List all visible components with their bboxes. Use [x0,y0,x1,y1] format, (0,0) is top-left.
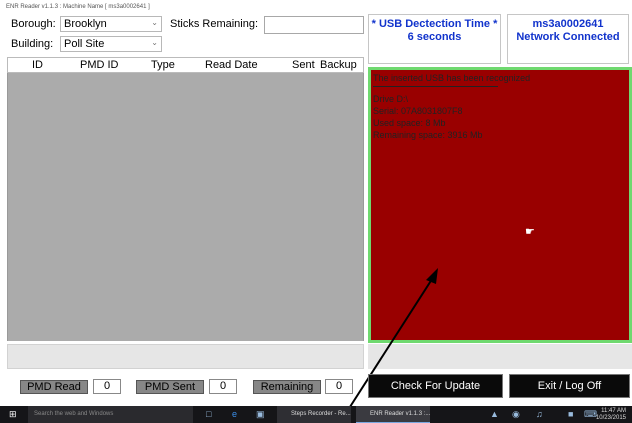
mouse-cursor-icon: ☛ [525,226,535,238]
borough-select[interactable]: Brooklyn ⌄ [60,16,162,32]
taskbar-date: 10/23/2015 [595,415,626,421]
building-select[interactable]: Poll Site ⌄ [60,36,162,52]
column-header-read-date[interactable]: Read Date [205,59,258,71]
chevron-down-icon: ⌄ [151,18,158,27]
edge-browser-icon[interactable]: e [232,406,237,423]
windows-start-icon[interactable]: ⊞ [9,406,17,423]
usb-drive: Drive D:\ [373,94,409,104]
divider [373,86,498,87]
network-status: Network Connected [516,31,620,43]
building-label: Building: [11,38,54,50]
status-strip [7,344,364,369]
notifications-tray-icon[interactable]: ▲ [490,406,499,423]
network-status-box: ms3a0002641 Network Connected [507,14,629,64]
pmd-table-body[interactable] [7,73,364,341]
pmd-sent-label: PMD Sent [136,380,204,394]
usb-detection-time: 6 seconds [407,31,462,43]
borough-value: Brooklyn [64,18,107,30]
usb-used-space: Used space: 8 Mb [373,118,446,128]
column-header-id[interactable]: ID [32,59,43,71]
machine-name: ms3a0002641 [532,18,604,30]
pmd-read-label: PMD Read [20,380,88,394]
task-view-icon[interactable]: □ [206,406,211,423]
usb-recognized-message: The inserted USB has been recognized [373,73,531,83]
check-for-update-button[interactable]: Check For Update [368,374,503,398]
pmd-read-value: 0 [93,379,121,394]
usb-detection-box: * USB Dectection Time * 6 seconds [368,14,501,64]
usb-remaining-space: Remaining space: 3916 Mb [373,130,483,140]
table-header: ID PMD ID Type Read Date Sent Backup [7,57,364,73]
column-header-sent[interactable]: Sent [292,59,315,71]
action-center-icon[interactable]: ■ [568,406,573,423]
usb-serial: Serial: 07A8031807F8 [373,106,463,116]
taskbar-app-enr-reader[interactable]: ENR Reader v1.1.3 :... [356,406,430,423]
sticks-remaining-label: Sticks Remaining: [170,18,259,30]
column-header-backup[interactable]: Backup [320,59,357,71]
building-value: Poll Site [64,38,105,50]
store-icon[interactable]: ▣ [256,406,265,423]
windows-taskbar: ⊞ Search the web and Windows □ e ▣ Steps… [0,406,632,423]
pmd-sent-value: 0 [209,379,237,394]
borough-label: Borough: [11,18,56,30]
sticks-remaining-field[interactable] [264,16,364,34]
taskbar-app-steps-recorder[interactable]: Steps Recorder - Re... [277,406,351,423]
chevron-down-icon: ⌄ [151,38,158,47]
column-header-pmd-id[interactable]: PMD ID [80,59,119,71]
taskbar-clock[interactable]: 11:47 AM 10/23/2015 [596,408,626,423]
network-tray-icon[interactable]: ◉ [512,406,520,423]
remaining-value: 0 [325,379,353,394]
usb-detection-title: * USB Dectection Time * [371,18,498,30]
column-header-type[interactable]: Type [151,59,175,71]
window-title: ENR Reader v1.1.3 : Machine Name [ ms3a0… [6,4,150,10]
volume-tray-icon[interactable]: ♫ [536,406,543,423]
exit-log-off-button[interactable]: Exit / Log Off [509,374,630,398]
remaining-label: Remaining [253,380,321,394]
taskbar-search-input[interactable]: Search the web and Windows [28,406,193,423]
taskbar-time: 11:47 AM [601,408,626,414]
